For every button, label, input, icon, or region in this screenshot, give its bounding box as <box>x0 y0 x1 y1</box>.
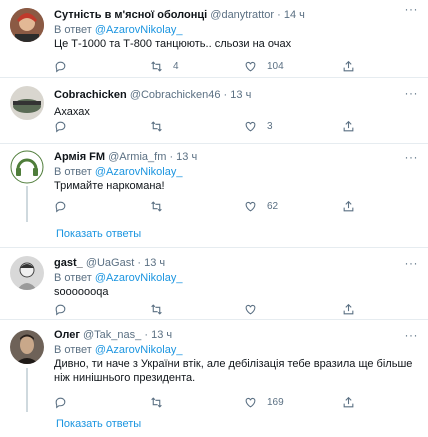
tweet-header: Сутність в м'ясної оболонці @danytrattor… <box>54 9 305 21</box>
tweet-actions: 3 <box>54 120 354 134</box>
tweet-actions: 4 104 <box>54 60 354 74</box>
heart-icon <box>245 304 256 315</box>
reply-button[interactable] <box>54 303 77 316</box>
share-icon <box>343 60 354 72</box>
timestamp[interactable]: 13 ч <box>230 89 251 101</box>
share-button[interactable] <box>342 396 355 409</box>
avatar[interactable] <box>10 330 44 364</box>
tweet[interactable]: Cobrachicken @Cobrachicken46 · 13 ч Ахах… <box>0 78 428 144</box>
like-button[interactable]: 169 <box>244 396 284 409</box>
heart-icon <box>245 121 256 132</box>
timestamp[interactable]: 14 ч <box>284 9 305 21</box>
retweet-icon <box>151 304 162 315</box>
retweet-button[interactable] <box>150 303 173 316</box>
tweet-text: Ахахах <box>54 106 90 118</box>
retweet-icon <box>151 61 162 72</box>
tweet-header: Армія FM @Armia_fm · 13 ч <box>54 151 198 163</box>
tweet-text: Тримайте наркомана! <box>54 180 165 192</box>
reply-icon <box>55 397 66 409</box>
like-button[interactable]: 62 <box>244 200 278 213</box>
tweet-text: Дивно, ти наче з України втік, але дебіл… <box>54 358 413 384</box>
user-handle[interactable]: @Tak_nas_ <box>83 329 141 341</box>
heart-icon <box>245 397 256 408</box>
display-name[interactable]: Cobrachicken <box>54 89 127 101</box>
tweet-header: Олег @Tak_nas_ · 13 ч <box>54 329 173 341</box>
more-options-icon[interactable]: ··· <box>405 256 419 270</box>
reply-context: В ответ @AzarovNikolay_ <box>54 272 183 284</box>
more-options-icon[interactable]: ··· <box>405 86 419 100</box>
reply-button[interactable] <box>54 200 77 213</box>
user-handle[interactable]: @Cobrachicken46 <box>130 89 221 101</box>
timestamp[interactable]: 13 ч <box>144 257 165 269</box>
share-icon <box>343 120 354 132</box>
like-button[interactable] <box>244 303 267 316</box>
tweet[interactable]: gast_ @UaGast · 13 ч В ответ @AzarovNiko… <box>0 248 428 320</box>
user-handle[interactable]: @danytrattor <box>210 9 274 21</box>
avatar[interactable] <box>10 8 44 42</box>
reply-context: В ответ @AzarovNikolay_ <box>54 344 183 356</box>
share-icon <box>343 200 354 212</box>
tweet-header: gast_ @UaGast · 13 ч <box>54 257 166 269</box>
display-name[interactable]: Сутність в м'ясної оболонці <box>54 9 207 21</box>
retweet-icon <box>151 121 162 132</box>
thread-connector <box>26 368 28 412</box>
avatar[interactable] <box>10 150 44 184</box>
reply-icon <box>55 121 66 133</box>
reply-button[interactable] <box>54 120 77 133</box>
more-options-icon[interactable]: ··· <box>405 150 419 164</box>
share-button[interactable] <box>342 60 355 73</box>
tweet[interactable]: Олег @Tak_nas_ · 13 ч В ответ @AzarovNik… <box>0 320 428 412</box>
more-options-icon[interactable]: ··· <box>405 328 419 342</box>
avatar[interactable] <box>10 86 44 120</box>
user-handle[interactable]: @Armia_fm <box>108 151 166 163</box>
user-handle[interactable]: @UaGast <box>86 257 134 269</box>
reply-feed: Сутність в м'ясної оболонці @danytrattor… <box>0 0 428 437</box>
retweet-button[interactable] <box>150 120 173 133</box>
reply-context: В ответ @AzarovNikolay_ <box>54 24 183 36</box>
mention-link[interactable]: @AzarovNikolay_ <box>95 344 183 356</box>
share-button[interactable] <box>342 303 355 316</box>
avatar[interactable] <box>10 256 44 290</box>
timestamp[interactable]: 13 ч <box>151 329 172 341</box>
retweet-button[interactable] <box>150 200 173 213</box>
heart-icon <box>245 61 256 72</box>
share-icon <box>343 396 354 408</box>
tweet-actions <box>54 303 354 317</box>
display-name[interactable]: Армія FM <box>54 151 105 163</box>
reply-icon <box>55 61 66 73</box>
thread-connector <box>26 186 28 222</box>
retweet-button[interactable]: 4 <box>150 60 179 73</box>
share-icon <box>343 303 354 315</box>
retweet-icon <box>151 397 162 408</box>
show-replies-link[interactable]: Показать ответы <box>0 222 428 248</box>
like-button[interactable]: 104 <box>244 60 284 73</box>
tweet-text: Це Т-1000 та Т-800 танцюють.. сльози на … <box>54 38 292 50</box>
reply-button[interactable] <box>54 396 77 409</box>
retweet-button[interactable] <box>150 396 173 409</box>
tweet[interactable]: Сутність в м'ясної оболонці @danytrattor… <box>0 0 428 78</box>
heart-icon <box>245 201 256 212</box>
timestamp[interactable]: 13 ч <box>176 151 197 163</box>
more-options-icon[interactable]: ··· <box>405 2 419 16</box>
mention-link[interactable]: @AzarovNikolay_ <box>95 24 183 36</box>
like-button[interactable]: 3 <box>244 120 273 133</box>
reply-button[interactable] <box>54 60 77 73</box>
mention-link[interactable]: @AzarovNikolay_ <box>95 272 183 284</box>
retweet-icon <box>151 201 162 212</box>
share-button[interactable] <box>342 200 355 213</box>
reply-icon <box>55 201 66 213</box>
tweet-text: sooooooqa <box>54 286 109 298</box>
reply-context: В ответ @AzarovNikolay_ <box>54 166 183 178</box>
tweet-actions: 169 <box>54 396 354 410</box>
show-replies-link[interactable]: Показать ответы <box>0 412 428 437</box>
display-name[interactable]: gast_ <box>54 257 83 269</box>
share-button[interactable] <box>342 120 355 133</box>
mention-link[interactable]: @AzarovNikolay_ <box>95 166 183 178</box>
tweet-actions: 62 <box>54 200 354 214</box>
tweet-header: Cobrachicken @Cobrachicken46 · 13 ч <box>54 89 252 101</box>
display-name[interactable]: Олег <box>54 329 80 341</box>
tweet[interactable]: Армія FM @Armia_fm · 13 ч В ответ @Azaro… <box>0 144 428 222</box>
reply-icon <box>55 304 66 316</box>
